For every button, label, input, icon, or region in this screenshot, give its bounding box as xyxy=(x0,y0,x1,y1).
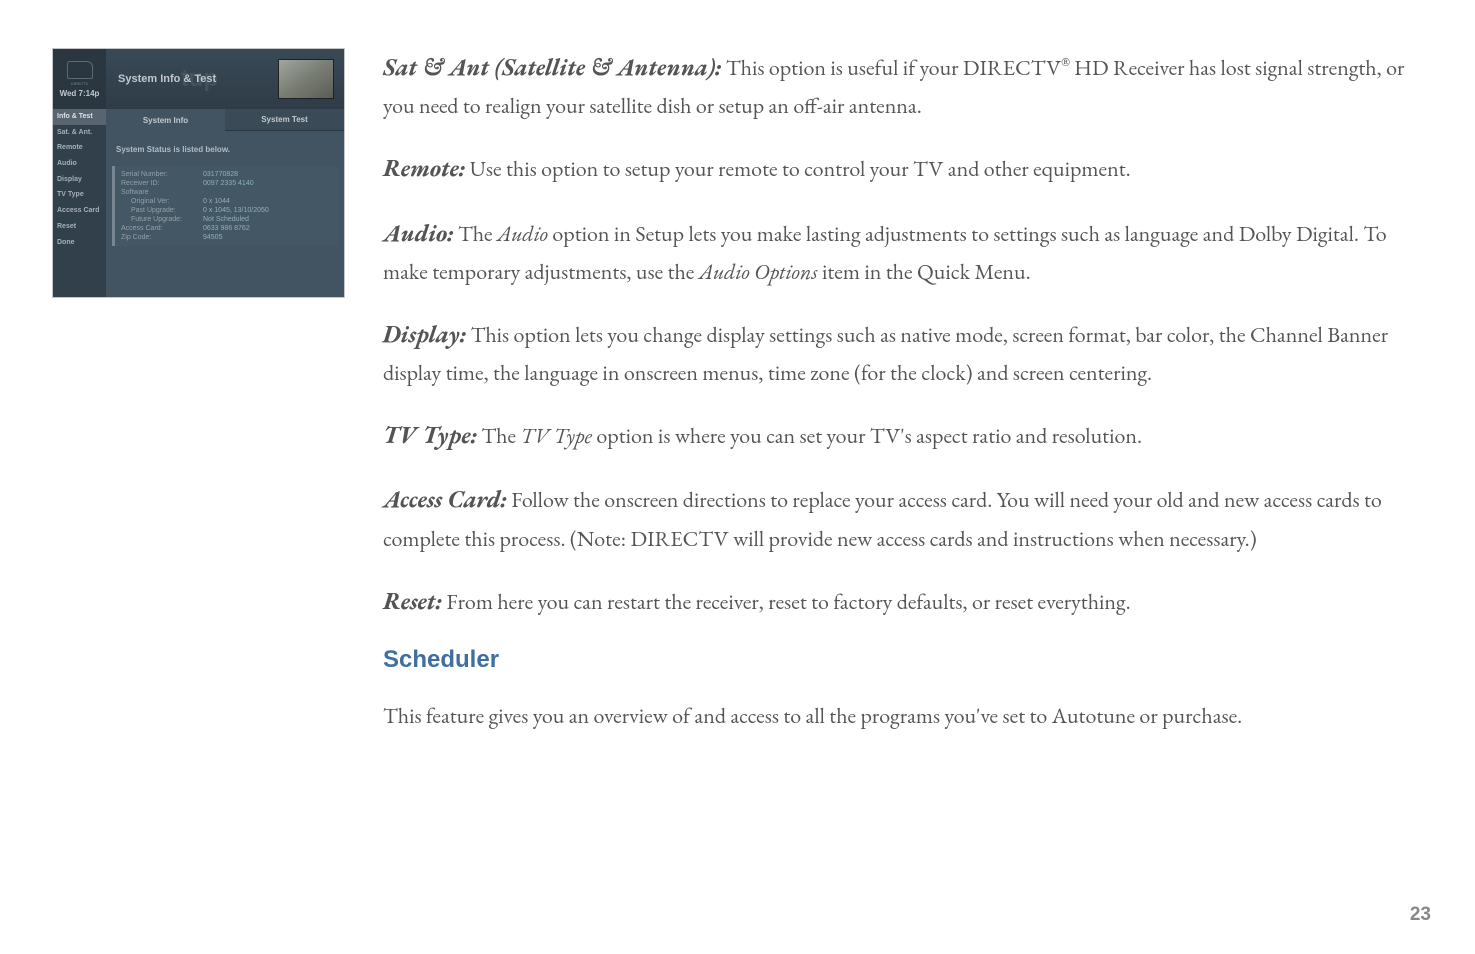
term-reset: Reset: xyxy=(383,586,442,617)
para-remote: Remote: Use this option to setup your re… xyxy=(383,149,1435,189)
data-row: Zip Code:94505 xyxy=(121,233,332,242)
widget-sidebar: Info & Test Sat. & Ant. Remote Audio Dis… xyxy=(53,109,106,297)
faint-bg-text: tup xyxy=(181,65,218,93)
header-title-box: System Info & Test tup xyxy=(106,49,278,109)
tab-system-info[interactable]: System Info xyxy=(106,109,225,131)
directv-logo-icon xyxy=(67,61,93,79)
system-info-screenshot: DIRECTV Wed 7:14p System Info & Test tup… xyxy=(52,48,345,298)
sidebar-item-reset[interactable]: Reset xyxy=(53,219,106,235)
term-audio: Audio: xyxy=(383,218,454,249)
logo-box: DIRECTV Wed 7:14p xyxy=(53,49,106,109)
sidebar-item-access-card[interactable]: Access Card xyxy=(53,203,106,219)
header-thumbnail-image xyxy=(278,59,334,99)
data-row: Serial Number:031770828 xyxy=(121,170,332,179)
sidebar-item-info-test[interactable]: Info & Test xyxy=(53,109,106,125)
term-tv-type: TV Type: xyxy=(383,420,477,451)
status-line: System Status is listed below. xyxy=(106,131,344,166)
sidebar-item-tv-type[interactable]: TV Type xyxy=(53,187,106,203)
para-tv-type: TV Type: The TV Type option is where you… xyxy=(383,416,1435,456)
widget-header: DIRECTV Wed 7:14p System Info & Test tup xyxy=(53,49,344,109)
para-scheduler: This feature gives you an overview of an… xyxy=(383,698,1435,735)
page-number: 23 xyxy=(1410,904,1431,926)
widget-panel: System Info System Test System Status is… xyxy=(106,109,344,297)
data-row: Receiver ID:0097 2335 4140 xyxy=(121,179,332,188)
para-audio: Audio: The Audio option in Setup lets yo… xyxy=(383,214,1435,291)
data-row: Software xyxy=(121,188,332,197)
data-row: Access Card:0633 986 8762 xyxy=(121,224,332,233)
para-sat-ant: Sat & Ant (Satellite & Antenna): This op… xyxy=(383,48,1435,125)
sidebar-item-remote[interactable]: Remote xyxy=(53,140,106,156)
para-access-card: Access Card: Follow the onscreen directi… xyxy=(383,480,1435,557)
sidebar-item-done[interactable]: Done xyxy=(53,235,106,251)
header-time: Wed 7:14p xyxy=(60,89,100,98)
data-row: Original Ver:0 x 1044 xyxy=(121,197,332,206)
term-remote: Remote: xyxy=(383,153,465,184)
sidebar-item-display[interactable]: Display xyxy=(53,172,106,188)
para-display: Display: This option lets you change dis… xyxy=(383,315,1435,392)
data-row: Future Upgrade:Not Scheduled xyxy=(121,215,332,224)
data-block: Serial Number:031770828 Receiver ID:0097… xyxy=(112,166,338,246)
tab-system-test[interactable]: System Test xyxy=(225,109,344,131)
sidebar-item-sat-ant[interactable]: Sat. & Ant. xyxy=(53,125,106,141)
sidebar-item-audio[interactable]: Audio xyxy=(53,156,106,172)
logo-subtext: DIRECTV xyxy=(71,81,89,86)
para-reset: Reset: From here you can restart the rec… xyxy=(383,582,1435,622)
term-sat-ant: Sat & Ant (Satellite & Antenna): xyxy=(383,52,721,83)
body-text-column: Sat & Ant (Satellite & Antenna): This op… xyxy=(383,48,1435,759)
term-access-card: Access Card: xyxy=(383,484,507,515)
heading-scheduler: Scheduler xyxy=(383,646,1435,674)
data-row: Past Upgrade:0 x 1045, 13/10/2050 xyxy=(121,206,332,215)
term-display: Display: xyxy=(383,319,466,350)
